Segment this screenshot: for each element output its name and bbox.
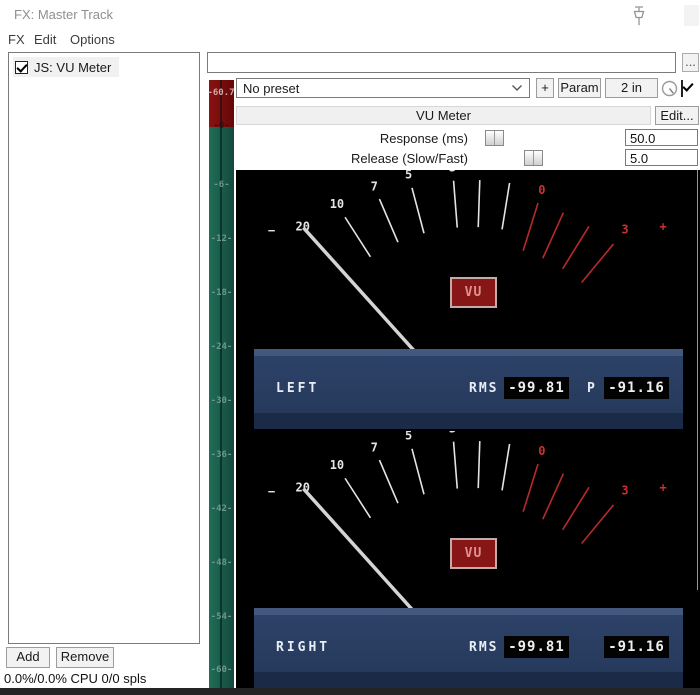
fx-item-label: JS: VU Meter <box>34 59 112 75</box>
svg-text:7: 7 <box>371 441 378 455</box>
chevron-down-icon <box>512 85 522 91</box>
fx-window: FX: Master Track FX Edit Options JS: VU … <box>0 0 700 695</box>
left-channel-panel: LEFT RMS -99.81 P -91.16 <box>254 349 683 429</box>
rms-label: RMS <box>469 381 499 396</box>
channel-name: RIGHT <box>276 640 331 655</box>
peak-readout: -91.16 <box>604 377 669 399</box>
meter-scale-label: -12- <box>210 234 233 244</box>
param-label-release: Release (Slow/Fast) <box>350 151 468 166</box>
meter-scale-label: -6- <box>213 180 230 190</box>
pin-icon[interactable] <box>628 4 650 30</box>
svg-text:10: 10 <box>330 197 344 211</box>
edit-button[interactable]: Edit... <box>655 106 699 125</box>
peak-label: P <box>587 381 595 396</box>
meter-scale-label: -48- <box>210 558 233 568</box>
svg-text:−: − <box>268 485 275 499</box>
wet-dry-knob-icon[interactable] <box>661 80 678 97</box>
meter-scale-label: -60- <box>210 665 233 675</box>
svg-text:5: 5 <box>405 431 412 443</box>
window-title: FX: Master Track <box>14 7 113 22</box>
preset-dropdown[interactable]: No preset <box>236 78 530 98</box>
track-output-meter[interactable]: -60.7 -0- -6- -12- -18- -24- -30- -36- -42- -48-… <box>207 80 235 695</box>
channel-name: LEFT <box>276 381 320 396</box>
more-button[interactable]: ... <box>682 53 699 72</box>
svg-text:−: − <box>268 224 275 238</box>
meter-scale-label: -42- <box>210 504 233 514</box>
vu-meter-left-dial: −201075303+ <box>268 170 667 350</box>
release-slider[interactable] <box>524 150 543 166</box>
param-label-response: Response (ms) <box>379 131 468 146</box>
svg-text:+: + <box>660 481 667 495</box>
meter-scale-label: -0- <box>213 121 230 131</box>
remove-button[interactable]: Remove <box>56 647 114 668</box>
menu-fx[interactable]: FX <box>8 32 25 47</box>
menu-edit[interactable]: Edit <box>34 32 56 47</box>
fx-enabled-checkbox[interactable] <box>15 60 28 74</box>
response-slider[interactable] <box>485 130 504 146</box>
menu-options[interactable]: Options <box>70 32 115 47</box>
svg-text:0: 0 <box>538 183 545 197</box>
window-bottom-border <box>0 688 700 695</box>
svg-text:5: 5 <box>405 170 412 182</box>
io-routing-button[interactable]: 2 in <box>605 78 658 98</box>
rms-readout: -99.81 <box>504 377 569 399</box>
fx-bypass-checkbox[interactable] <box>681 80 683 97</box>
fx-chain-list[interactable]: JS: VU Meter <box>8 52 200 644</box>
svg-text:3: 3 <box>621 223 628 237</box>
meter-scale-label: -54- <box>210 612 233 622</box>
meter-channel-divider <box>220 80 222 688</box>
meter-scale-label: -36- <box>210 450 233 460</box>
meter-scale-label: -30- <box>210 396 233 406</box>
peak-readout: -91.16 <box>604 636 669 658</box>
right-channel-panel: RIGHT RMS -99.81 -91.16 <box>254 608 683 688</box>
fx-name-input[interactable] <box>207 52 676 73</box>
release-value[interactable]: 5.0 <box>625 149 698 166</box>
meter-peak-readout: -60.7 <box>207 88 235 98</box>
vu-badge: VU <box>450 277 497 308</box>
rms-readout: -99.81 <box>504 636 569 658</box>
meter-scale-label: -18- <box>210 288 233 298</box>
svg-text:3: 3 <box>449 431 456 435</box>
vu-needle <box>302 487 416 611</box>
svg-text:3: 3 <box>621 484 628 498</box>
param-button[interactable]: Param <box>558 78 601 98</box>
cpu-status: 0.0%/0.0% CPU 0/0 spls <box>4 671 147 686</box>
svg-text:3: 3 <box>449 170 456 174</box>
svg-text:10: 10 <box>330 458 344 472</box>
fx-list-item[interactable]: JS: VU Meter <box>13 57 120 77</box>
meter-scale-label: -24- <box>210 342 233 352</box>
vu-meter-right-dial: −201075303+ <box>268 431 667 611</box>
plugin-title-bar: VU Meter <box>236 106 651 125</box>
response-value[interactable]: 50.0 <box>625 129 698 146</box>
corner-button[interactable] <box>684 5 699 26</box>
vu-badge: VU <box>450 538 497 569</box>
add-button[interactable]: Add <box>6 647 50 668</box>
svg-text:+: + <box>660 220 667 234</box>
vu-meter-plugin-ui: −201075303+ VU LEFT RMS -99.81 P -91.16 … <box>236 170 700 695</box>
svg-text:7: 7 <box>371 180 378 194</box>
rms-label: RMS <box>469 640 499 655</box>
preset-save-button[interactable]: + <box>536 78 554 98</box>
vu-needle <box>302 226 416 350</box>
ui-scroll-edge <box>697 170 698 590</box>
svg-text:0: 0 <box>538 444 545 458</box>
preset-value: No preset <box>243 80 300 96</box>
